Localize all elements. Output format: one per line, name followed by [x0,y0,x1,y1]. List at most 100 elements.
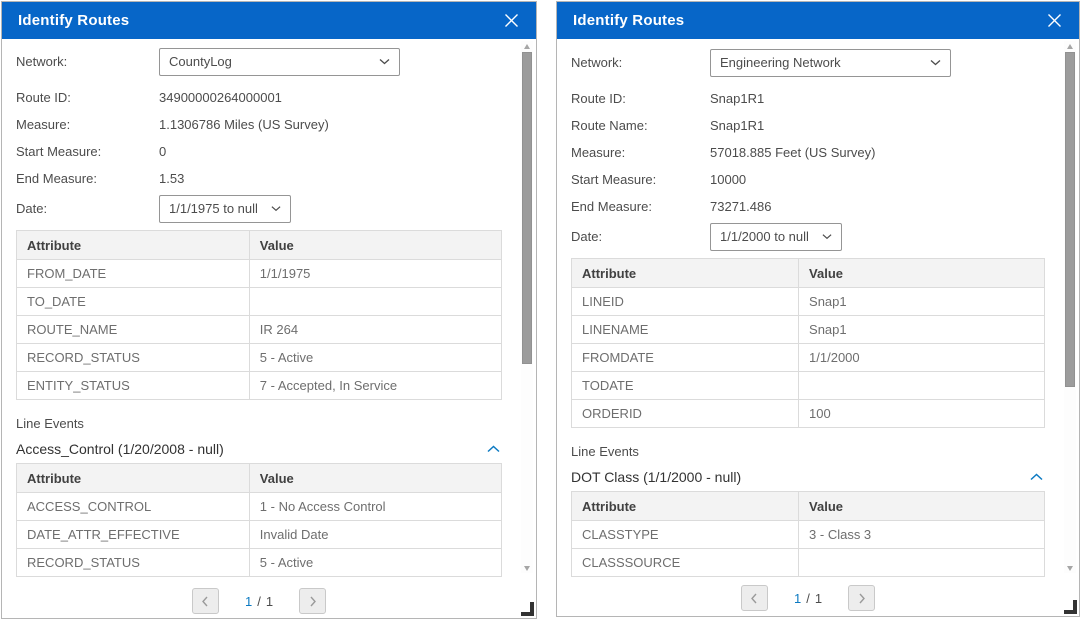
value-cell [249,288,501,316]
scroll-down-icon[interactable] [521,563,533,573]
value-cell: 100 [799,400,1045,428]
start-measure-value: 10000 [710,172,746,187]
line-events-label: Line Events [16,416,502,432]
date-field-row: Date: 1/1/1975 to null [16,195,502,222]
panel-title: Identify Routes [573,12,684,29]
measure-label: Measure: [16,117,159,132]
attr-cell: DATE_ATTR_EFFECTIVE [17,521,250,549]
scrollbar-thumb[interactable] [522,52,532,364]
value-cell: 5 - Active [249,549,501,577]
table-header-row: Attribute Value [17,231,502,260]
next-page-button[interactable] [299,588,326,614]
route-attributes-table: Attribute Value LINEID Snap1 LINENAME Sn… [571,258,1045,428]
panel-header: Identify Routes [2,2,536,39]
attr-cell: TODATE [572,372,799,400]
attr-cell: FROMDATE [572,344,799,372]
value-cell: 5 - Active [249,344,501,372]
pagination: 1 / 1 [571,585,1045,611]
scrollbar-thumb[interactable] [1065,52,1075,387]
value-cell: Invalid Date [249,521,501,549]
table-row: FROMDATE 1/1/2000 [572,344,1045,372]
network-label: Network: [16,54,159,69]
route-name-label: Route Name: [571,118,710,133]
start-measure-value: 0 [159,144,166,159]
table-row: FROM_DATE 1/1/1975 [17,260,502,288]
value-column-header: Value [249,231,501,260]
table-row: ROUTE_NAME IR 264 [17,316,502,344]
start-measure-row: Start Measure: 10000 [571,166,1045,193]
attr-cell: LINEID [572,288,799,316]
chevron-up-icon[interactable] [1028,471,1045,483]
line-event-title: DOT Class (1/1/2000 - null) [571,469,741,485]
previous-page-button[interactable] [192,588,219,614]
panel-body: Network: Engineering Network Route ID: S… [557,39,1079,616]
value-cell: Snap1 [799,316,1045,344]
vertical-scrollbar[interactable] [1064,41,1076,573]
value-cell: IR 264 [249,316,501,344]
total-pages: 1 [815,591,822,606]
date-label: Date: [571,229,710,244]
end-measure-value: 73271.486 [710,199,771,214]
table-header-row: Attribute Value [17,464,502,493]
value-cell [799,372,1045,400]
route-id-value: Snap1R1 [710,91,764,106]
close-icon[interactable] [502,12,520,30]
value-cell: 1/1/2000 [799,344,1045,372]
page-indicator: 1 / 1 [245,594,273,609]
date-label: Date: [16,201,159,216]
table-row: LINENAME Snap1 [572,316,1045,344]
table-row: DATE_ATTR_EFFECTIVE Invalid Date [17,521,502,549]
pagination: 1 / 1 [16,588,502,614]
table-header-row: Attribute Value [572,259,1045,288]
date-dropdown-value: 1/1/1975 to null [169,201,258,216]
value-cell: 7 - Accepted, In Service [249,372,501,400]
panel-body: Network: CountyLog Route ID: 34900000264… [2,39,536,618]
measure-row: Measure: 57018.885 Feet (US Survey) [571,139,1045,166]
previous-page-button[interactable] [741,585,768,611]
network-dropdown[interactable]: Engineering Network [710,49,951,77]
next-page-button[interactable] [848,585,875,611]
resize-grip[interactable] [1064,600,1077,614]
table-row: CLASSTYPE 3 - Class 3 [572,521,1045,549]
page-separator: / [257,594,261,609]
attr-cell: ENTITY_STATUS [17,372,250,400]
measure-value: 57018.885 Feet (US Survey) [710,145,875,160]
scroll-up-icon[interactable] [521,41,533,51]
table-row: CLASSSOURCE [572,549,1045,577]
attr-cell: ROUTE_NAME [17,316,250,344]
value-cell: Snap1 [799,288,1045,316]
attribute-column-header: Attribute [572,259,799,288]
attr-cell: TO_DATE [17,288,250,316]
value-column-header: Value [249,464,501,493]
date-dropdown[interactable]: 1/1/2000 to null [710,223,842,251]
network-label: Network: [571,55,710,70]
attr-cell: ACCESS_CONTROL [17,493,250,521]
current-page: 1 [794,591,801,606]
end-measure-row: End Measure: 1.53 [16,165,502,192]
value-cell: 1 - No Access Control [249,493,501,521]
chevron-down-icon [822,233,832,240]
attr-cell: LINENAME [572,316,799,344]
identify-routes-panel-right: Identify Routes Network: Engineering Net… [556,1,1080,617]
chevron-up-icon[interactable] [485,443,502,455]
date-dropdown[interactable]: 1/1/1975 to null [159,195,291,223]
close-icon[interactable] [1045,12,1063,30]
page-indicator: 1 / 1 [794,591,822,606]
value-cell: 3 - Class 3 [799,521,1045,549]
identify-routes-panel-left: Identify Routes Network: CountyLog Route… [1,1,537,619]
network-field-row: Network: CountyLog [16,47,502,76]
line-event-title-row: DOT Class (1/1/2000 - null) [571,469,1045,485]
network-dropdown[interactable]: CountyLog [159,48,400,76]
resize-grip[interactable] [521,602,534,616]
route-id-label: Route ID: [571,91,710,106]
value-cell [799,549,1045,577]
vertical-scrollbar[interactable] [521,41,533,573]
route-id-value: 34900000264000001 [159,90,282,105]
table-row: ORDERID 100 [572,400,1045,428]
scroll-down-icon[interactable] [1064,563,1076,573]
scroll-up-icon[interactable] [1064,41,1076,51]
value-cell: 1/1/1975 [249,260,501,288]
date-field-row: Date: 1/1/2000 to null [571,223,1045,250]
attribute-column-header: Attribute [17,231,250,260]
start-measure-label: Start Measure: [16,144,159,159]
